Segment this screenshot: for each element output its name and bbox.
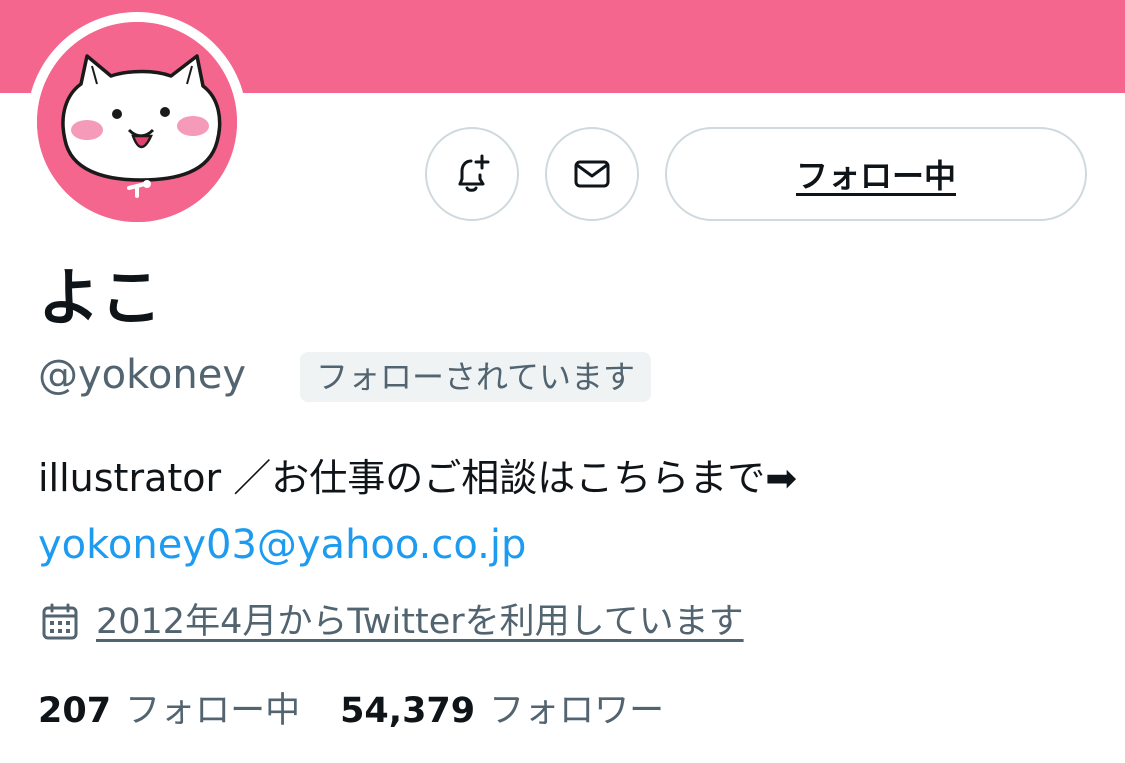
bell-plus-icon (458, 154, 490, 192)
followers-label: フォロワー (489, 691, 665, 731)
following-label: フォロー中 (125, 691, 301, 731)
user-handle: @yokoney (38, 352, 246, 398)
follow-stats: 207 フォロー中 54,379 フォロワー (38, 686, 664, 736)
join-date: 2012年4月からTwitterを利用しています (38, 598, 744, 646)
calendar-icon (42, 603, 78, 640)
notify-button[interactable] (425, 127, 519, 221)
profile-header: フォロー中 よこ @yokoney フォローされています illustrator… (0, 0, 1125, 763)
following-button[interactable]: フォロー中 (665, 127, 1087, 221)
bio-text: illustrator ／お仕事のご相談はこちらまで➡ (38, 456, 798, 500)
follows-you-badge: フォローされています (300, 352, 652, 402)
cat-avatar-illustration (37, 22, 237, 222)
followers-count: 54,379 (340, 691, 476, 731)
join-date-text[interactable]: 2012年4月からTwitterを利用しています (96, 598, 744, 646)
bio-email-link[interactable]: yokoney03@yahoo.co.jp (38, 518, 526, 572)
message-button[interactable] (545, 127, 639, 221)
display-name: よこ (38, 261, 163, 334)
envelope-icon (574, 160, 610, 188)
following-count: 207 (38, 691, 112, 731)
avatar[interactable] (37, 22, 237, 222)
followers-stat[interactable]: 54,379 フォロワー (340, 686, 664, 736)
following-stat[interactable]: 207 フォロー中 (38, 686, 300, 736)
